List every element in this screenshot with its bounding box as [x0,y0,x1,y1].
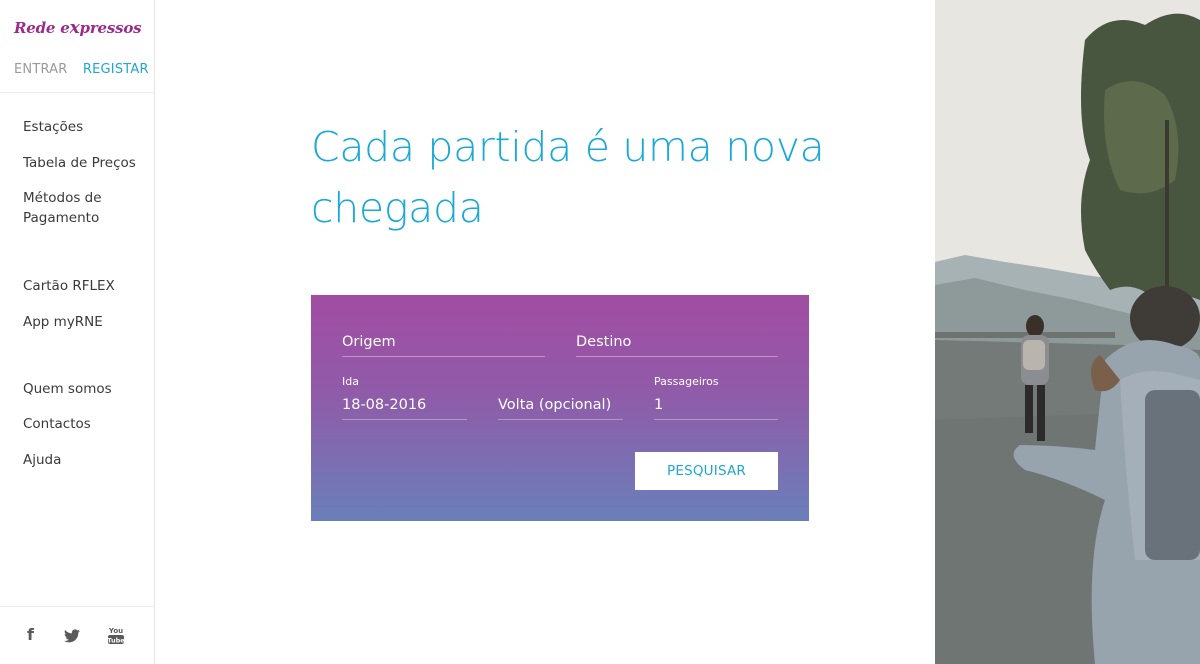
sidebar-item-stations[interactable]: Estações [23,117,83,137]
logo-text-x: x [69,18,80,38]
login-link[interactable]: ENTRAR [14,62,68,77]
sidebar-item-app[interactable]: App myRNE [23,312,103,332]
facebook-icon[interactable]: f [27,626,34,644]
passengers-field[interactable]: Passageiros 1 [654,375,778,420]
passengers-label: Passageiros [654,375,719,388]
twitter-icon[interactable] [64,628,80,647]
sidebar-item-about[interactable]: Quem somos [23,379,112,399]
sidebar-item-help[interactable]: Ajuda [23,450,61,470]
departure-label: Ida [342,375,359,388]
sidebar-item-contacts[interactable]: Contactos [23,414,91,434]
logo-text-part-2: pressos [79,19,142,37]
hero-photo [935,0,1200,664]
sidebar-item-prices[interactable]: Tabela de Preços [23,153,136,173]
origin-field[interactable]: Origem [342,323,545,357]
search-button[interactable]: PESQUISAR [635,452,778,490]
youtube-icon-text-bottom: Tube [107,636,125,644]
youtube-icon-text-top: You [108,627,123,635]
trip-search-form: Origem Destino Ida 18-08-2016 Volta (opc… [311,295,809,521]
origin-placeholder: Origem [342,334,396,350]
departure-date-field[interactable]: Ida 18-08-2016 [342,375,467,420]
destination-placeholder: Destino [576,334,632,350]
register-link[interactable]: REGISTAR [83,62,149,77]
brand-logo[interactable]: Rede expressos [14,18,142,38]
auth-links: ENTRAR REGISTAR [14,62,149,77]
destination-field[interactable]: Destino [576,323,778,357]
youtube-icon[interactable]: You Tube [107,626,125,650]
sidebar: Rede expressos ENTRAR REGISTAR Estações … [0,0,155,664]
passengers-value: 1 [654,397,664,413]
divider [0,92,154,93]
sidebar-item-payment-methods[interactable]: Métodos de Pagamento [23,188,123,228]
sidebar-item-rflex-card[interactable]: Cartão RFLEX [23,276,115,296]
departure-value: 18-08-2016 [342,397,427,413]
divider [0,606,154,607]
return-date-field[interactable]: Volta (opcional) [498,375,623,420]
social-links: f You Tube [0,626,154,648]
return-placeholder: Volta (opcional) [498,397,612,413]
logo-text-part-1: Rede e [14,19,70,37]
hikers-photo-illustration [935,0,1200,664]
hero-headline: Cada partida é uma nova chegada [311,123,825,232]
